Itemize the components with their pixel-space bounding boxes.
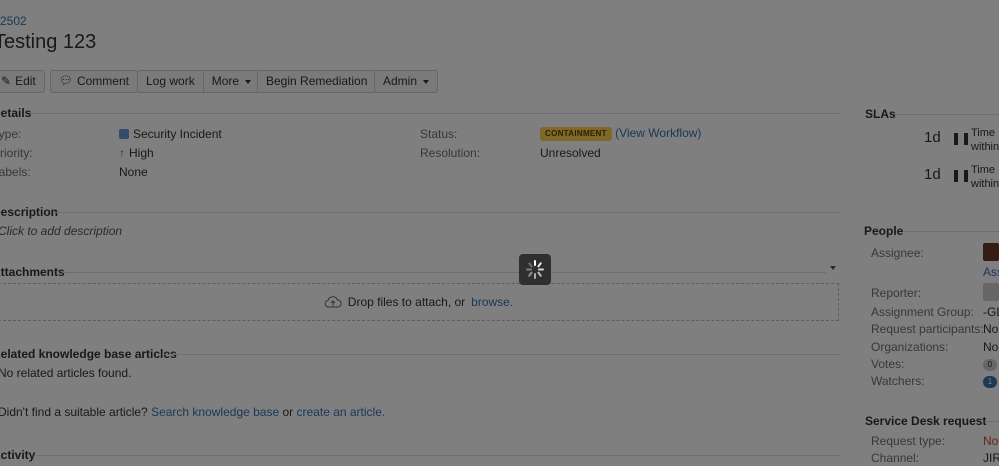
loading-spinner	[519, 254, 551, 285]
spinner-icon	[526, 260, 544, 279]
loading-overlay	[0, 0, 999, 466]
